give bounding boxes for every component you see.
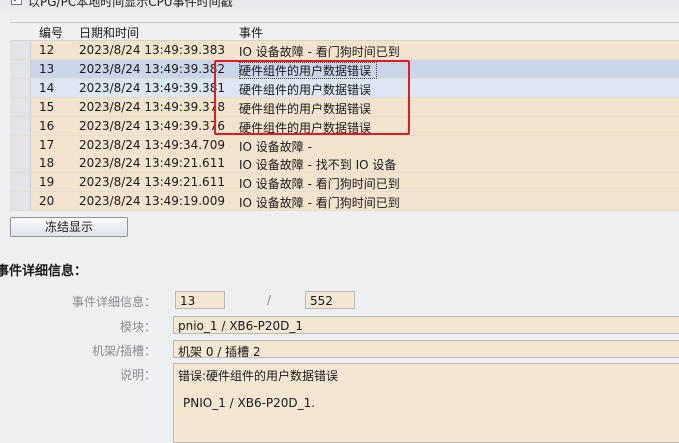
row-datetime: 2023/8/24 13:49:39.383 <box>79 43 225 57</box>
event-details-title: 事件详细信息： <box>0 264 88 279</box>
column-header-number[interactable]: 编号 <box>39 24 63 41</box>
event-detail-label: 事件详细信息： <box>71 295 156 309</box>
row-selector[interactable] <box>10 173 31 192</box>
row-number: 17 <box>39 137 55 152</box>
description-line-2: PNIO_1 / XB6-P20D_1. <box>183 396 316 410</box>
row-number: 14 <box>39 80 55 95</box>
row-event: IO 设备故障 - 找不到 IO 设备 <box>239 158 397 173</box>
row-selector[interactable] <box>10 154 31 173</box>
row-selector[interactable] <box>10 59 31 78</box>
description-label: 说明： <box>119 368 156 382</box>
row-number: 16 <box>39 118 55 133</box>
table-row[interactable]: 18 2023/8/24 13:49:21.611 IO 设备故障 - 找不到 IO… <box>10 154 679 174</box>
row-datetime: 2023/8/24 13:49:39.381 <box>79 80 225 95</box>
row-selector[interactable] <box>10 78 31 97</box>
row-selector[interactable] <box>10 192 31 211</box>
table-row[interactable]: 19 2023/8/24 13:49:21.611 IO 设备故障 - 看门狗时间已… <box>10 173 679 193</box>
row-event: IO 设备故障 - 看门狗时间已到 <box>239 177 400 192</box>
local-time-checkbox[interactable]: ✔ <box>11 0 22 5</box>
row-datetime: 2023/8/24 13:49:39.376 <box>79 118 225 133</box>
row-number: 15 <box>39 99 55 114</box>
freeze-display-button[interactable]: 冻结显示 <box>10 217 128 237</box>
row-event: IO 设备故障 - <box>239 139 312 154</box>
table-row[interactable]: 12 2023/8/24 13:49:39.383 IO 设备故障 - 看门狗时间已… <box>10 41 679 60</box>
column-header-datetime[interactable]: 日期和时间 <box>79 24 139 41</box>
module-field: pnio_1 / XB6-P20D_1 <box>173 316 679 334</box>
table-row[interactable]: 20 2023/8/24 13:49:19.009 IO 设备故障 - 看门狗时间已… <box>10 192 679 212</box>
row-number: 19 <box>39 175 55 190</box>
row-number: 13 <box>39 61 55 76</box>
row-selector[interactable] <box>10 97 31 116</box>
row-selector[interactable] <box>10 135 31 154</box>
annotation-highlight-box <box>214 60 410 135</box>
row-selector[interactable] <box>10 116 31 135</box>
row-selector[interactable] <box>10 41 31 59</box>
table-row[interactable]: 17 2023/8/24 13:49:34.709 IO 设备故障 - <box>10 135 679 155</box>
description-line-1: 错误:硬件组件的用户数据错误 <box>178 369 339 383</box>
row-datetime: 2023/8/24 13:49:39.382 <box>79 61 225 76</box>
row-datetime: 2023/8/24 13:49:21.611 <box>79 175 225 190</box>
row-event: IO 设备故障 - 看门狗时间已到 <box>239 45 400 59</box>
rack-slot-label: 机架/插槽： <box>91 344 156 358</box>
row-datetime: 2023/8/24 13:49:34.709 <box>79 137 225 152</box>
column-header-event[interactable]: 事件 <box>239 24 263 41</box>
row-datetime: 2023/8/24 13:49:21.611 <box>79 156 225 171</box>
event-index-field: 13 <box>175 291 225 309</box>
module-label: 模块： <box>119 320 156 334</box>
event-index-separator: / <box>267 293 272 307</box>
description-field: 错误:硬件组件的用户数据错误 PNIO_1 / XB6-P20D_1. <box>173 363 679 443</box>
row-number: 18 <box>39 156 55 171</box>
event-total-field: 552 <box>305 291 355 309</box>
row-datetime: 2023/8/24 13:49:39.378 <box>79 99 225 114</box>
local-time-checkbox-label: 以PG/PC本地时间显示CPU事件时间戳 <box>28 0 233 9</box>
rack-slot-field: 机架 0 / 插槽 2 <box>173 340 679 358</box>
row-number: 20 <box>39 194 55 209</box>
row-number: 12 <box>39 43 55 57</box>
row-datetime: 2023/8/24 13:49:19.009 <box>79 194 225 209</box>
timestamp-option-bar: ✔ 以PG/PC本地时间显示CPU事件时间戳 <box>0 0 679 12</box>
row-event: IO 设备故障 - 看门狗时间已到 <box>239 196 400 211</box>
table-header: 编号 日期和时间 事件 <box>10 23 679 41</box>
